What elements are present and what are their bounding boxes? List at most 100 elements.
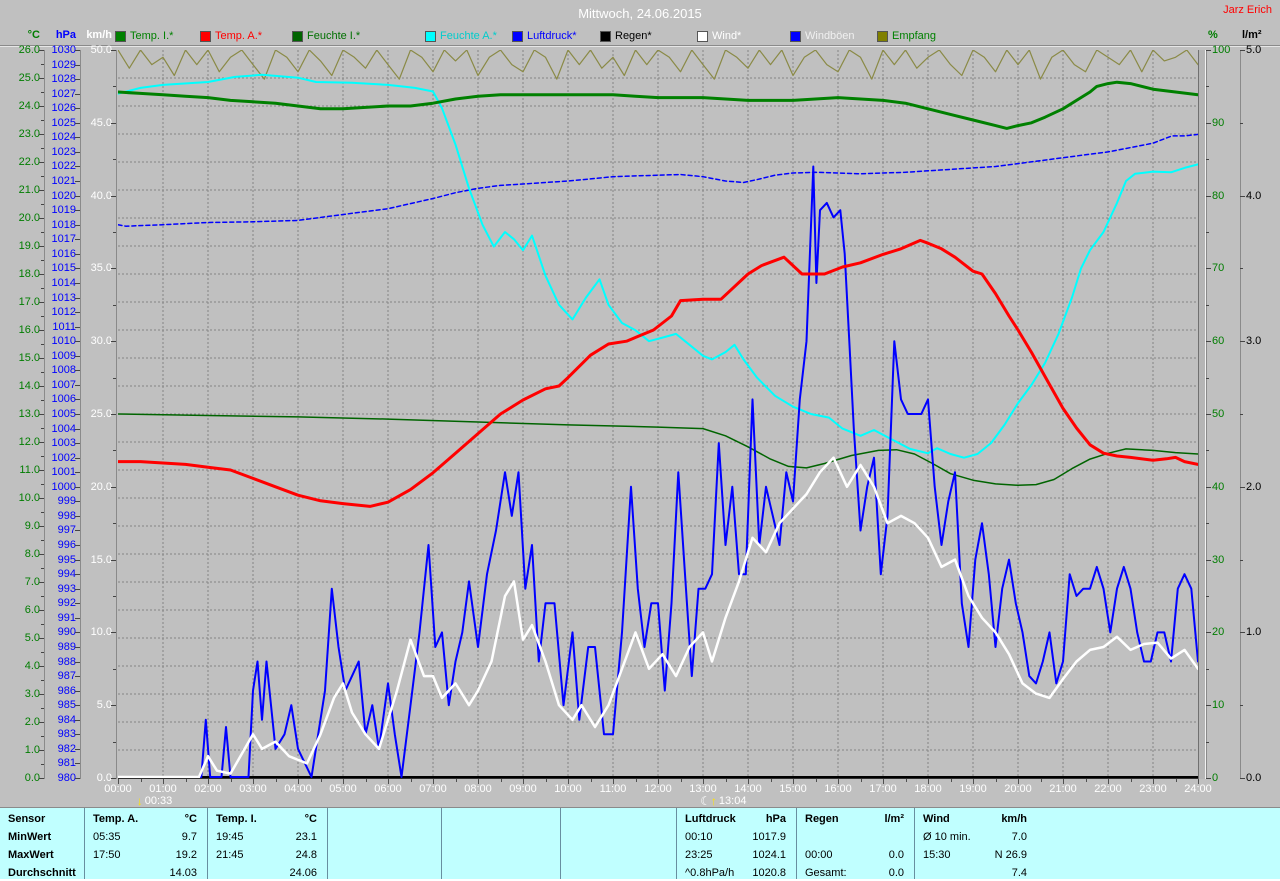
axis-tick-label-pressure: 996 <box>57 539 76 552</box>
axis-tick <box>75 428 80 430</box>
axis-tick-label-pressure: 991 <box>57 611 76 624</box>
stats-value-row: 17:50 19.2 <box>85 846 207 864</box>
legend-item-regen[interactable]: Regen* <box>600 30 652 42</box>
stats-cell-value: 0.0 <box>888 849 904 861</box>
x-axis-tick <box>658 779 659 784</box>
legend-swatch-icon <box>697 30 708 42</box>
axis-tick <box>1240 341 1245 343</box>
stats-column-data <box>327 808 441 880</box>
axis-minor-tick <box>41 260 44 261</box>
stats-cell-time: 19:45 <box>216 831 244 843</box>
chart-canvas <box>118 50 1198 778</box>
x-axis-tick <box>883 779 884 784</box>
axis-tick-label-pressure: 1014 <box>51 276 76 289</box>
axis-tick <box>75 617 80 619</box>
legend-item-feuchtea[interactable]: Feuchte A.* <box>425 30 497 42</box>
axis-tick-label-wind-speed: 5.0 <box>96 699 112 712</box>
x-axis-tick <box>410 779 412 782</box>
time-marker-label: 00:33 <box>144 795 173 807</box>
axis-tick-label-humidity: 40 <box>1212 480 1225 493</box>
axis-minor-tick <box>1206 596 1209 597</box>
axis-tick <box>111 50 116 51</box>
axis-tick-label-pressure: 1019 <box>51 204 76 217</box>
legend-item-tempa[interactable]: Temp. A.* <box>200 30 262 42</box>
legend-item-feuchtei[interactable]: Feuchte I.* <box>292 30 360 42</box>
x-axis-tick <box>838 779 839 784</box>
axis-tick <box>1206 341 1211 343</box>
axis-minor-tick <box>1206 304 1209 306</box>
axis-tick <box>1240 486 1245 488</box>
axis-minor-tick <box>1206 377 1209 379</box>
time-marker-label: 13:04 <box>718 795 747 807</box>
axis-minor-tick <box>1206 159 1209 161</box>
chart-plot-area[interactable] <box>118 50 1198 778</box>
axis-tick <box>75 457 80 459</box>
axis-tick-label-pressure: 1027 <box>51 87 76 100</box>
stats-column-data <box>560 808 676 880</box>
axis-tick <box>1206 414 1211 415</box>
axis-tick-label-humidity: 20 <box>1212 626 1225 639</box>
stats-cell-value: 1024.1 <box>752 849 786 861</box>
legend-item-tempi[interactable]: Temp. I.* <box>115 30 173 42</box>
x-axis-label: 08:00 <box>464 783 492 795</box>
axis-tick <box>1240 778 1245 779</box>
axis-tick-label-pressure: 993 <box>57 582 76 595</box>
x-axis-tick <box>1175 779 1177 782</box>
stats-cell-value: 9.7 <box>181 831 197 843</box>
legend-item-wind[interactable]: Wind* <box>697 30 741 42</box>
x-axis-label: 24:00 <box>1184 783 1212 795</box>
x-axis-tick <box>1018 779 1019 784</box>
legend-item-empfang[interactable]: Empfang <box>877 30 936 42</box>
x-axis-tick <box>613 779 614 784</box>
axis-minor-tick <box>1240 122 1243 124</box>
legend-label: Temp. A.* <box>215 30 263 42</box>
axis-tick-label-pressure: 1003 <box>51 437 76 450</box>
legend-swatch-icon <box>115 30 126 42</box>
axis-minor-tick <box>113 450 116 452</box>
stats-header-row <box>328 810 441 828</box>
stats-header-sensor <box>442 810 511 828</box>
axis-tick-label-pressure: 982 <box>57 742 76 755</box>
axis-tick <box>75 734 80 736</box>
axis-tick-label-pressure: 997 <box>57 524 76 537</box>
stats-column-labels: Sensor MinWert MaxWert Durchschnitt <box>0 808 84 880</box>
stats-header-row <box>561 810 676 828</box>
x-axis-tick <box>1085 779 1087 782</box>
axis-tick <box>111 559 116 561</box>
stats-value-row <box>328 846 441 864</box>
x-axis-label: 16:00 <box>824 783 852 795</box>
axis-tick-label-pressure: 1009 <box>51 349 76 362</box>
axis-tick <box>75 224 80 226</box>
axis-tick-label-rain: 3.0 <box>1246 335 1262 348</box>
stats-cell-value <box>511 846 560 864</box>
stats-header-unit: km/h <box>1001 813 1027 825</box>
axis-tick-label-pressure: 989 <box>57 640 76 653</box>
axis-tick <box>111 268 116 270</box>
axis-tick <box>75 603 80 605</box>
axis-tick <box>111 341 116 343</box>
series-line-luftdruck <box>118 133 1198 227</box>
x-axis-tick <box>793 779 794 784</box>
axis-tick-label-wind-speed: 45.0 <box>90 116 112 129</box>
legend-label: Luftdruck* <box>527 30 577 42</box>
stats-value-row <box>328 828 441 846</box>
axis-tick <box>75 355 80 357</box>
stats-column-tempi: Temp. I. °C 19:45 23.1 21:45 24.8 24.06 <box>207 808 327 880</box>
legend-item-windben[interactable]: Windböen <box>790 30 855 42</box>
stats-header-unit <box>511 810 560 828</box>
legend-label: Wind* <box>712 30 742 42</box>
axis-tick <box>1206 778 1211 779</box>
axis-tick-label-humidity: 100 <box>1212 44 1231 56</box>
stats-header-row: Regen l/m² <box>797 810 914 828</box>
stats-value-row: 00:10 1017.9 <box>677 828 796 846</box>
legend-item-luftdruck[interactable]: Luftdruck* <box>512 30 577 42</box>
axis-tick-label-pressure: 1026 <box>51 102 76 115</box>
stats-value-row <box>561 846 676 864</box>
axis-minor-tick <box>113 668 116 670</box>
x-axis-label: 23:00 <box>1139 783 1167 795</box>
axis-tick <box>75 399 80 401</box>
axis-tick-label-wind-speed: 10.0 <box>90 626 112 639</box>
x-axis-tick <box>185 779 187 782</box>
axis-minor-tick <box>113 159 116 161</box>
stats-row-label: MinWert <box>0 828 84 846</box>
